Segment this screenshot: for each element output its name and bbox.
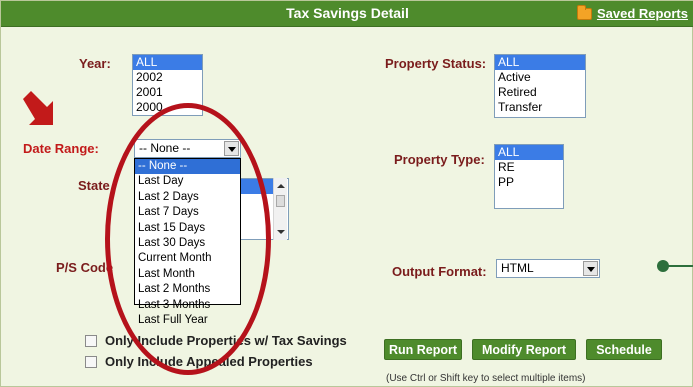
red-arrow-icon [23,91,53,125]
property-type-option[interactable]: PP [495,175,563,190]
state-label: State [78,178,110,193]
output-format-value: HTML [501,261,534,275]
scroll-up-icon[interactable] [277,184,285,188]
saved-reports-link[interactable]: Saved Reports [576,5,688,21]
property-status-option[interactable]: Active [495,70,585,85]
year-option[interactable]: ALL [133,55,202,70]
year-label: Year: [79,56,111,71]
property-type-listbox[interactable]: ALL RE PP [494,144,564,209]
ps-code-label: P/S Code [56,260,114,275]
property-type-label: Property Type: [394,152,485,167]
report-panel: Tax Savings Detail Saved Reports Year: A… [0,0,693,387]
schedule-button[interactable]: Schedule [586,339,662,360]
highlight-ellipse [105,103,271,375]
chevron-down-icon[interactable] [583,261,598,276]
run-report-button[interactable]: Run Report [384,339,462,360]
property-type-option[interactable]: RE [495,160,563,175]
property-type-option[interactable]: ALL [495,145,563,160]
appealed-checkbox[interactable] [85,356,97,368]
property-status-option[interactable]: Transfer [495,100,585,115]
multi-select-hint: (Use Ctrl or Shift key to select multipl… [386,373,586,384]
modify-report-button[interactable]: Modify Report [472,339,576,360]
year-option[interactable]: 2001 [133,85,202,100]
connector-dot [657,260,669,272]
property-status-listbox[interactable]: ALL Active Retired Transfer [494,54,586,118]
tax-savings-checkbox[interactable] [85,335,97,347]
date-range-label: Date Range: [23,141,99,156]
output-format-label: Output Format: [392,264,487,279]
year-option[interactable]: 2002 [133,70,202,85]
scroll-down-icon[interactable] [277,230,285,234]
title-bar: Tax Savings Detail Saved Reports [1,1,693,27]
folder-icon [576,5,592,20]
saved-reports-label: Saved Reports [596,6,688,21]
property-status-option[interactable]: Retired [495,85,585,100]
property-status-option[interactable]: ALL [495,55,585,70]
state-scrollbar[interactable] [273,178,287,240]
output-format-select[interactable]: HTML [496,259,600,278]
scroll-thumb[interactable] [276,195,285,207]
property-status-label: Property Status: [385,56,487,71]
